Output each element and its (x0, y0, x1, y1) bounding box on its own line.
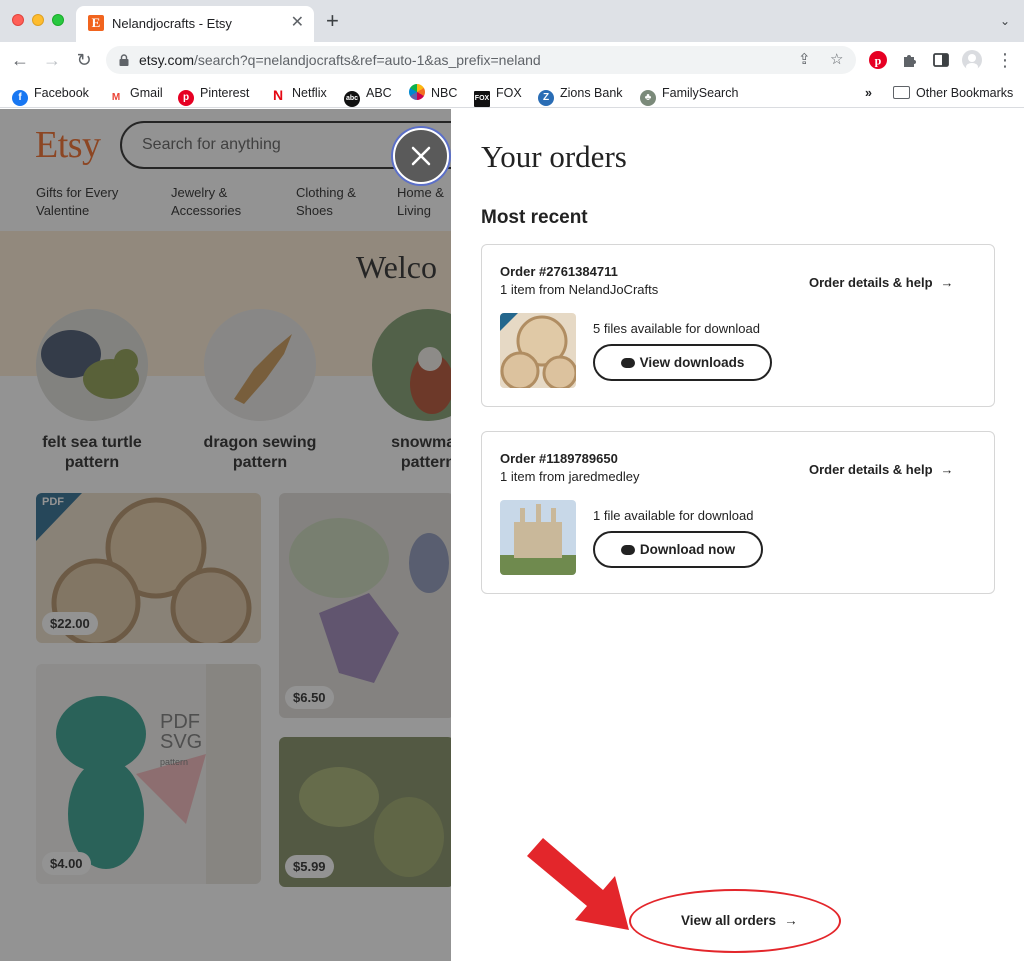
order-meta: 1 item from NelandJoCrafts (500, 282, 659, 297)
order-number: Order #1189789650 (500, 451, 618, 466)
order-details-link[interactable]: Order details & help → (809, 462, 954, 477)
browser-menu-icon[interactable]: ⋮ (993, 48, 1017, 72)
order-thumbnail[interactable] (500, 313, 576, 388)
reload-button[interactable]: ↻ (72, 48, 96, 72)
panel-title: Your orders (481, 139, 627, 174)
nbc-peacock-icon (409, 84, 425, 100)
bookmark-abc[interactable]: abc ABC (344, 83, 392, 107)
maximize-window-button[interactable] (52, 14, 64, 26)
close-orders-button[interactable] (393, 128, 449, 184)
gmail-icon: M (108, 90, 124, 106)
browser-toolbar: ← → ↻ etsy.com/search?q=nelandjocrafts&r… (0, 42, 1024, 78)
bookmark-facebook[interactable]: f Facebook (12, 83, 89, 106)
bookmark-netflix[interactable]: N Netflix (270, 83, 327, 103)
bookmark-gmail[interactable]: M Gmail (108, 83, 163, 106)
bookmark-fox[interactable]: FOX FOX (474, 83, 522, 107)
cloud-download-icon (620, 358, 635, 368)
side-panel-icon[interactable] (931, 50, 951, 70)
other-bookmarks-folder[interactable]: Other Bookmarks (893, 83, 1013, 103)
close-window-button[interactable] (12, 14, 24, 26)
bookmark-star-icon[interactable]: ☆ (830, 51, 843, 69)
extensions-puzzle-icon[interactable] (900, 50, 920, 70)
order-card: Order #2761384711 1 item from NelandJoCr… (481, 244, 995, 407)
bookmark-nbc[interactable]: NBC (409, 83, 457, 103)
pinterest-extension-icon[interactable]: p (868, 50, 888, 70)
arrow-right-icon: → (940, 462, 954, 477)
bookmark-zions-bank[interactable]: Z Zions Bank (538, 83, 623, 106)
abc-icon: abc (344, 91, 360, 107)
tab-close-icon[interactable]: ✕ (291, 13, 304, 33)
bookmark-pinterest[interactable]: p Pinterest (178, 83, 249, 106)
order-number: Order #2761384711 (500, 264, 618, 279)
modal-backdrop[interactable] (0, 109, 451, 961)
download-availability: 1 file available for download (593, 508, 754, 523)
bookmark-familysearch[interactable]: ♣ FamilySearch (640, 83, 738, 106)
bookmarks-bar: f Facebook M Gmail p Pinterest N Netflix abc… (0, 78, 1024, 108)
etsy-favicon-icon: E (88, 15, 104, 31)
svg-text:p: p (875, 54, 882, 68)
download-availability: 5 files available for download (593, 321, 760, 336)
facebook-icon: f (12, 90, 28, 106)
netflix-icon: N (270, 87, 286, 103)
order-details-link[interactable]: Order details & help → (809, 275, 954, 290)
most-recent-heading: Most recent (481, 207, 588, 228)
fox-icon: FOX (474, 91, 490, 107)
lock-icon (119, 54, 129, 66)
tab-search-chevron-icon[interactable]: ⌄ (1000, 14, 1010, 28)
view-all-orders-link[interactable]: View all orders → (681, 913, 798, 928)
arrow-right-icon: → (784, 913, 798, 928)
order-thumbnail[interactable] (500, 500, 576, 575)
familysearch-tree-icon: ♣ (640, 90, 656, 106)
order-card: Order #1189789650 1 item from jaredmedle… (481, 431, 995, 594)
close-icon (411, 146, 431, 166)
annotation-arrow-icon (527, 838, 629, 930)
download-now-button[interactable]: Download now (593, 531, 763, 568)
view-downloads-button[interactable]: View downloads (593, 344, 772, 381)
more-bookmarks-button[interactable]: » (865, 83, 872, 103)
etsy-page: Etsy Search for anything Gifts for Every… (0, 109, 451, 961)
tab-title: Nelandjocrafts - Etsy (112, 16, 232, 31)
pinterest-icon: p (178, 90, 194, 106)
orders-panel: Your orders Most recent Order #276138471… (451, 109, 1024, 961)
share-icon[interactable]: ⇪ (798, 51, 811, 69)
folder-icon (893, 86, 910, 99)
new-tab-button[interactable]: + (326, 10, 339, 32)
forward-button[interactable]: → (40, 48, 64, 72)
profile-avatar-icon[interactable] (962, 50, 982, 70)
order-meta: 1 item from jaredmedley (500, 469, 640, 484)
back-button[interactable]: ← (8, 48, 32, 72)
address-bar[interactable]: etsy.com/search?q=nelandjocrafts&ref=aut… (106, 46, 856, 74)
url-text: etsy.com/search?q=nelandjocrafts&ref=aut… (139, 52, 541, 68)
minimize-window-button[interactable] (32, 14, 44, 26)
browser-tab-strip: E Nelandjocrafts - Etsy ✕ + ⌄ (0, 0, 1024, 42)
arrow-right-icon: → (940, 275, 954, 290)
cloud-download-icon (620, 545, 635, 555)
zions-bank-icon: Z (538, 90, 554, 106)
browser-tab-active[interactable]: E Nelandjocrafts - Etsy ✕ (76, 6, 314, 42)
